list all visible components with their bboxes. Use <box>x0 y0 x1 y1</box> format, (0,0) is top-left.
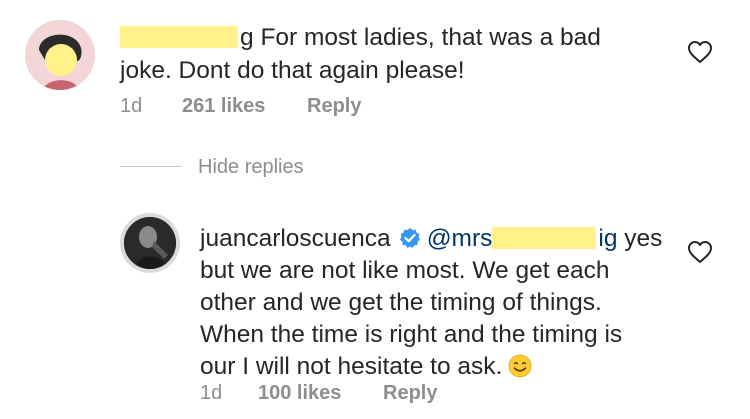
reply-avatar[interactable] <box>124 217 176 269</box>
comment-likes-count[interactable]: 261 likes <box>182 95 265 118</box>
reply-username[interactable]: juancarloscuenca <box>200 225 391 252</box>
reply-line-1: juancarloscuenca @mrs ig yes <box>200 222 662 255</box>
comment-text-line-1: For most ladies, that was a bad <box>260 24 601 51</box>
commenter-avatar[interactable] <box>25 20 95 90</box>
comment-text-line-2: joke. Dont do that again please! <box>120 57 465 84</box>
mention-tail-text: ig <box>598 225 618 252</box>
replies-divider <box>120 166 182 167</box>
reply-text-line-1: yes <box>624 225 663 252</box>
redacted-username[interactable] <box>120 26 238 48</box>
heart-outline-icon <box>688 241 712 263</box>
like-comment-button[interactable] <box>687 40 713 64</box>
profile-photo-icon <box>124 217 176 269</box>
comment-username-fragment[interactable]: g <box>240 24 254 51</box>
comment-timestamp[interactable]: 1d <box>120 95 142 118</box>
reply-text-line-5: our I will not hesitate to ask. <box>200 353 503 380</box>
redacted-mention <box>492 227 597 249</box>
reply-timestamp[interactable]: 1d <box>200 382 222 405</box>
reply-text-line-4: When the time is right and the timing is <box>200 321 623 348</box>
reply-line-5: our I will not hesitate to ask. <box>200 350 532 383</box>
mention-visible-text: @mrs <box>426 225 493 252</box>
reply-reply-button[interactable]: Reply <box>383 382 437 405</box>
reply-text-line-2: but we are not like most. We get each <box>200 257 610 284</box>
reply-likes-count[interactable]: 100 likes <box>258 382 341 405</box>
like-reply-button[interactable] <box>687 240 713 264</box>
verified-badge-icon <box>399 225 421 248</box>
hide-replies-button[interactable]: Hide replies <box>198 156 304 179</box>
reply-text-line-3: other and we get the timing of things. <box>200 289 602 316</box>
comment-reply-button[interactable]: Reply <box>307 95 361 118</box>
comment-line-1: g For most ladies, that was a bad <box>120 21 601 54</box>
mention-link[interactable]: @mrs ig <box>427 225 618 252</box>
smiling-face-emoji-icon <box>508 354 532 378</box>
avatar-illustration-icon <box>25 20 95 90</box>
heart-outline-icon <box>688 41 712 63</box>
